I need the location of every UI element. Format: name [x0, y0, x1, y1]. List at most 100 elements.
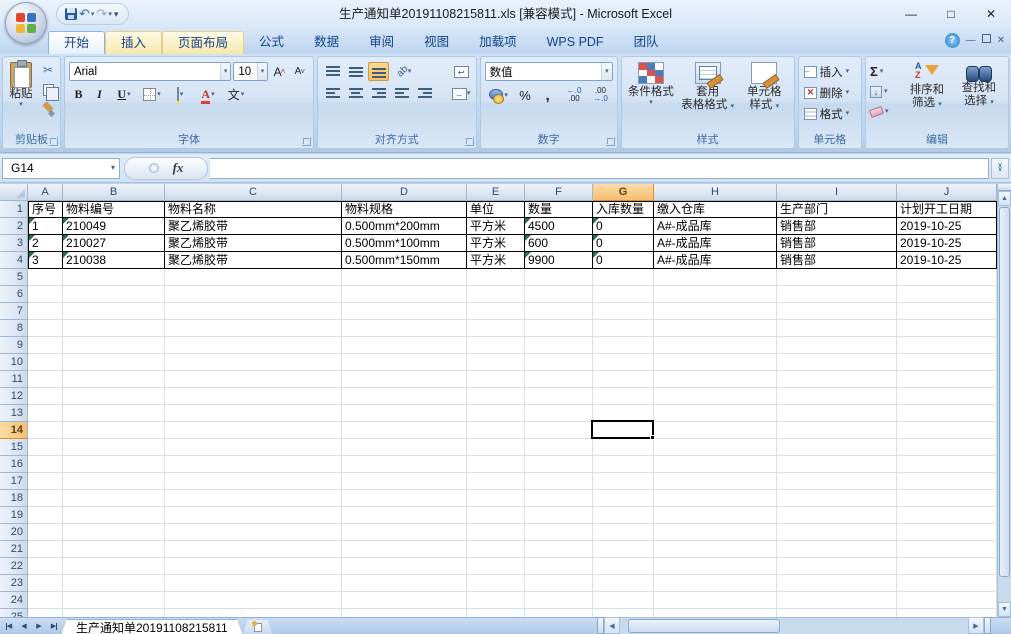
cell-I7[interactable] — [777, 303, 897, 320]
cell-C21[interactable] — [165, 541, 342, 558]
cell-C20[interactable] — [165, 524, 342, 541]
cell-G19[interactable] — [593, 507, 654, 524]
cell-J4[interactable]: 2019-10-25 — [897, 252, 997, 269]
format-as-table-button[interactable]: 套用 表格格式 ▾ — [680, 60, 735, 134]
cell-E4[interactable]: 平方米 — [467, 252, 525, 269]
cell-D10[interactable] — [342, 354, 467, 371]
cell-H8[interactable] — [654, 320, 777, 337]
cell-E7[interactable] — [467, 303, 525, 320]
cell-A3[interactable]: 2 — [28, 235, 63, 252]
cell-A9[interactable] — [28, 337, 63, 354]
cell-E16[interactable] — [467, 456, 525, 473]
cell-I10[interactable] — [777, 354, 897, 371]
cell-C25[interactable] — [165, 609, 342, 617]
cell-B10[interactable] — [63, 354, 165, 371]
cell-H21[interactable] — [654, 541, 777, 558]
cell-B3[interactable]: 210027 — [63, 235, 165, 252]
cell-J21[interactable] — [897, 541, 997, 558]
cell-A25[interactable] — [28, 609, 63, 617]
cell-J23[interactable] — [897, 575, 997, 592]
cell-A14[interactable] — [28, 422, 63, 439]
ribbon-tab-团队[interactable]: 团队 — [619, 31, 674, 54]
cell-B14[interactable] — [63, 422, 165, 439]
row-header-13[interactable]: 13 — [0, 405, 28, 422]
cell-D2[interactable]: 0.500mm*200mm — [342, 218, 467, 235]
cell-G16[interactable] — [593, 456, 654, 473]
cell-C14[interactable] — [165, 422, 342, 439]
cell-D9[interactable] — [342, 337, 467, 354]
cell-C3[interactable]: 聚乙烯胶带 — [165, 235, 342, 252]
cell-I19[interactable] — [777, 507, 897, 524]
cell-H6[interactable] — [654, 286, 777, 303]
previous-sheet-button[interactable]: ◀ — [17, 619, 31, 633]
cell-C15[interactable] — [165, 439, 342, 456]
cell-D16[interactable] — [342, 456, 467, 473]
row-header-25[interactable]: 25 — [0, 609, 28, 617]
cell-J8[interactable] — [897, 320, 997, 337]
cell-B6[interactable] — [63, 286, 165, 303]
cell-G15[interactable] — [593, 439, 654, 456]
cell-G7[interactable] — [593, 303, 654, 320]
cell-H7[interactable] — [654, 303, 777, 320]
cell-J22[interactable] — [897, 558, 997, 575]
cell-D5[interactable] — [342, 269, 467, 286]
clear-button[interactable]: ▾ — [868, 102, 900, 121]
cell-J17[interactable] — [897, 473, 997, 490]
cell-A15[interactable] — [28, 439, 63, 456]
ribbon-tab-页面布局[interactable]: 页面布局 — [162, 31, 244, 54]
office-button[interactable] — [5, 2, 47, 44]
cell-D17[interactable] — [342, 473, 467, 490]
vertical-split-handle[interactable] — [998, 184, 1011, 191]
cell-D12[interactable] — [342, 388, 467, 405]
row-header-17[interactable]: 17 — [0, 473, 28, 490]
cell-D23[interactable] — [342, 575, 467, 592]
row-header-16[interactable]: 16 — [0, 456, 28, 473]
row-header-5[interactable]: 5 — [0, 269, 28, 286]
row-header-10[interactable]: 10 — [0, 354, 28, 371]
cell-C18[interactable] — [165, 490, 342, 507]
cell-F6[interactable] — [525, 286, 593, 303]
increase-indent-button[interactable] — [414, 84, 435, 103]
cell-H11[interactable] — [654, 371, 777, 388]
cell-G9[interactable] — [593, 337, 654, 354]
borders-button[interactable]: ▾ — [139, 85, 165, 104]
cell-C24[interactable] — [165, 592, 342, 609]
cell-D25[interactable] — [342, 609, 467, 617]
cell-F3[interactable]: 600 — [525, 235, 593, 252]
ribbon-restore-button[interactable] — [982, 33, 991, 48]
cell-A5[interactable] — [28, 269, 63, 286]
italic-button[interactable]: I — [90, 85, 109, 104]
cell-F10[interactable] — [525, 354, 593, 371]
underline-button[interactable]: U▾ — [111, 85, 137, 104]
row-header-9[interactable]: 9 — [0, 337, 28, 354]
cell-F23[interactable] — [525, 575, 593, 592]
window-maximize-button[interactable]: □ — [931, 0, 971, 28]
cell-G6[interactable] — [593, 286, 654, 303]
cell-I2[interactable]: 销售部 — [777, 218, 897, 235]
horizontal-split-handle[interactable] — [984, 617, 991, 634]
grow-font-button[interactable]: A˄ — [270, 62, 288, 81]
cell-H5[interactable] — [654, 269, 777, 286]
cell-B1[interactable]: 物料编号 — [63, 201, 165, 218]
insert-function-button[interactable]: fx — [173, 160, 184, 176]
cell-A7[interactable] — [28, 303, 63, 320]
cell-J1[interactable]: 计划开工日期 — [897, 201, 997, 218]
format-cells-button[interactable]: 格式 ▾ — [801, 104, 859, 123]
cell-A1[interactable]: 序号 — [28, 201, 63, 218]
cell-B7[interactable] — [63, 303, 165, 320]
ribbon-tab-审阅[interactable]: 审阅 — [354, 31, 409, 54]
cell-E15[interactable] — [467, 439, 525, 456]
cell-A23[interactable] — [28, 575, 63, 592]
help-button[interactable]: ? — [945, 33, 960, 48]
find-select-button[interactable]: 查找和 选择 ▾ — [954, 60, 1004, 134]
first-sheet-button[interactable]: ◀ — [2, 619, 16, 633]
cell-A19[interactable] — [28, 507, 63, 524]
cell-G13[interactable] — [593, 405, 654, 422]
row-header-19[interactable]: 19 — [0, 507, 28, 524]
orientation-button[interactable]: ab▾ — [391, 62, 417, 81]
cell-A21[interactable] — [28, 541, 63, 558]
cell-I18[interactable] — [777, 490, 897, 507]
column-header-B[interactable]: B — [63, 184, 165, 201]
cell-I13[interactable] — [777, 405, 897, 422]
cell-G17[interactable] — [593, 473, 654, 490]
